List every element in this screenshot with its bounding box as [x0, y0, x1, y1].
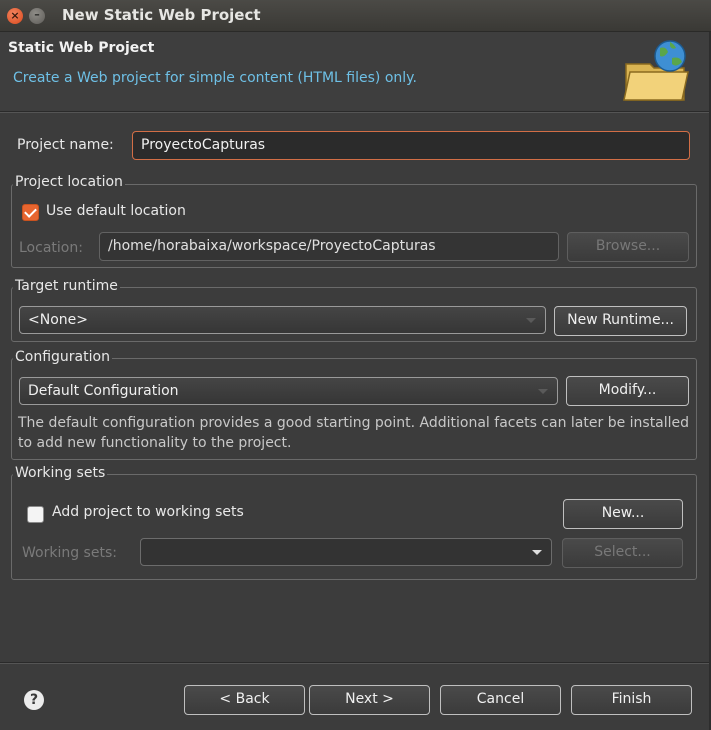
next-button[interactable]: Next >: [309, 685, 430, 715]
working-sets-select[interactable]: [140, 538, 552, 566]
location-label: Location:: [19, 240, 83, 256]
footer-divider: [0, 662, 711, 664]
add-to-working-sets-checkbox[interactable]: [27, 506, 44, 523]
target-runtime-title: Target runtime: [13, 278, 120, 294]
configuration-value: Default Configuration: [28, 383, 179, 399]
configuration-select[interactable]: Default Configuration: [19, 377, 558, 405]
finish-button[interactable]: Finish: [571, 685, 692, 715]
chevron-down-icon: [532, 550, 542, 555]
working-sets-title: Working sets: [13, 465, 108, 481]
chevron-down-icon: [538, 389, 548, 394]
globe-folder-icon: [623, 40, 689, 101]
configuration-title: Configuration: [13, 349, 112, 365]
modify-button[interactable]: Modify...: [566, 376, 689, 406]
close-icon[interactable]: ×: [7, 8, 23, 24]
header-divider: [0, 111, 711, 113]
page-description: Create a Web project for simple content …: [13, 70, 417, 86]
target-runtime-value: <None>: [28, 312, 88, 328]
title-bar: × – New Static Web Project: [0, 0, 711, 32]
new-working-set-button[interactable]: New...: [563, 499, 683, 529]
configuration-description: The default configuration provides a goo…: [18, 415, 690, 451]
window-title: New Static Web Project: [62, 6, 261, 24]
page-title: Static Web Project: [8, 40, 155, 56]
project-name-input[interactable]: ProyectoCapturas: [132, 131, 690, 160]
select-working-sets-button[interactable]: Select...: [562, 538, 683, 568]
back-button[interactable]: < Back: [184, 685, 305, 715]
add-to-working-sets-label: Add project to working sets: [52, 504, 244, 520]
wizard-header: Static Web Project Create a Web project …: [0, 32, 711, 111]
help-icon[interactable]: ?: [24, 690, 44, 710]
target-runtime-select[interactable]: <None>: [19, 306, 546, 334]
location-input[interactable]: /home/horabaixa/workspace/ProyectoCaptur…: [99, 232, 559, 261]
use-default-location-label: Use default location: [46, 203, 186, 219]
browse-button[interactable]: Browse...: [567, 232, 689, 262]
use-default-location-checkbox[interactable]: [22, 204, 39, 221]
minimize-icon[interactable]: –: [29, 8, 45, 24]
cancel-button[interactable]: Cancel: [440, 685, 561, 715]
new-runtime-button[interactable]: New Runtime...: [554, 306, 687, 336]
chevron-down-icon: [526, 318, 536, 323]
project-location-title: Project location: [13, 174, 125, 190]
project-name-label: Project name:: [17, 137, 114, 153]
working-sets-label: Working sets:: [22, 545, 117, 561]
